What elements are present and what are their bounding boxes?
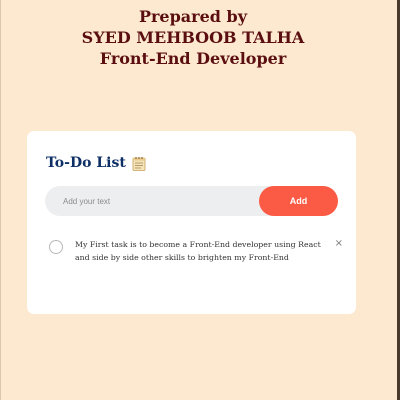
add-button[interactable]: Add [259,186,338,216]
todo-title-text: To-Do List [46,155,126,171]
header-prepared-by: Prepared by [138,7,248,26]
task-text: My First task is to become a Front-End d… [75,240,321,262]
task-checkbox[interactable] [49,240,63,254]
task-list: My First task is to become a Front-End d… [49,238,343,264]
add-task-row: Add [45,186,338,216]
todo-title: To-Do List [46,155,146,171]
header-author-name: SYED MEHBOOB TALHA [81,28,305,47]
header-author-role: Front-End Developer [99,49,287,68]
task-input[interactable] [45,186,285,216]
author-header: Prepared by SYED MEHBOOB TALHA Front-End… [0,6,386,69]
todo-card: To-Do List Add My First task is to becom… [27,131,356,314]
notepad-icon [132,156,146,171]
task-item[interactable]: My First task is to become a Front-End d… [49,238,343,264]
delete-task-icon[interactable]: × [335,238,343,249]
